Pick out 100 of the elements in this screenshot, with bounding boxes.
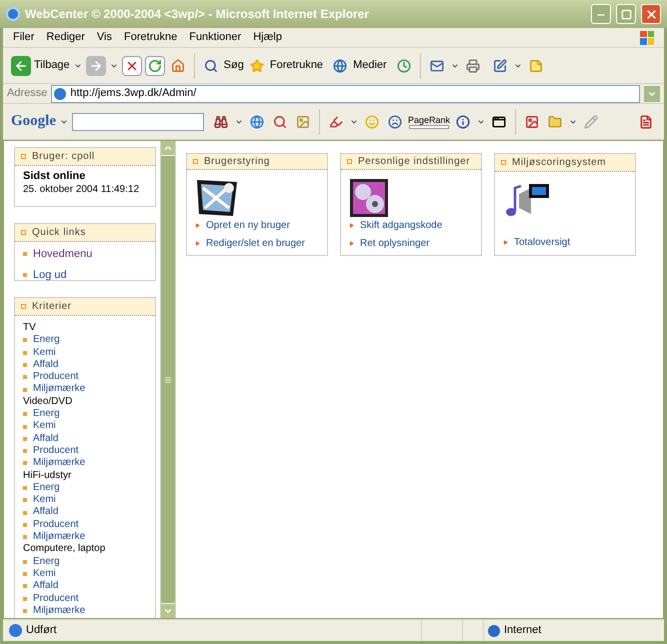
criteria-link[interactable]: Producent [33, 444, 79, 458]
chevron-down-icon [163, 606, 173, 616]
criteria-link[interactable]: Producent [33, 371, 79, 384]
panel-link[interactable]: Skift adgangskode [360, 218, 442, 233]
caret-icon[interactable] [110, 62, 118, 70]
close-button[interactable] [641, 4, 661, 24]
panel-link[interactable]: Opret en ny bruger [206, 218, 290, 233]
menu-item[interactable]: Rediger [40, 29, 91, 46]
panel-title: Miljøscoringsystem [512, 156, 606, 170]
bullet-icon [501, 160, 506, 165]
menu-item[interactable]: Funktioner [183, 29, 248, 46]
criteria-link[interactable]: Energ [33, 334, 60, 347]
media-button[interactable]: Medier [353, 57, 387, 74]
caret-icon[interactable] [514, 62, 522, 70]
google-logo[interactable]: Google [11, 110, 56, 133]
criteria-link[interactable]: Producent [33, 592, 79, 605]
back-button[interactable]: Tilbage [34, 57, 70, 74]
criteria-link[interactable]: Affald [33, 580, 58, 593]
arrow-icon [349, 241, 354, 246]
search-button[interactable]: Søg [224, 57, 244, 74]
caret-icon[interactable] [450, 62, 459, 70]
caret-icon[interactable] [74, 62, 82, 70]
favorites-button[interactable]: Foretrukne [270, 57, 324, 74]
bullet-icon [23, 252, 27, 256]
bullet-icon [23, 375, 27, 380]
bullet-icon [23, 486, 27, 490]
google-search-field[interactable] [72, 112, 204, 130]
criteria-link[interactable]: Miljømærke [33, 457, 86, 470]
panel-title: Quick links [32, 226, 86, 240]
caret-icon[interactable] [60, 118, 68, 126]
criteria-link[interactable]: Energ [33, 482, 60, 494]
caret-icon[interactable] [477, 118, 486, 126]
arrow-icon [349, 223, 354, 228]
criteria-link[interactable]: Kemi [33, 568, 56, 580]
panel-link[interactable]: Totaloversigt [514, 235, 570, 250]
criteria-link[interactable]: Producent [33, 518, 79, 532]
quick-link[interactable]: Hovedmenu [33, 246, 92, 262]
pagerank-meter [409, 124, 450, 128]
criteria-link[interactable]: Kemi [33, 494, 56, 506]
panel-link[interactable]: Ret oplysninger [360, 236, 430, 251]
arrow-icon [195, 241, 200, 246]
quick-link[interactable]: Log ud [33, 266, 67, 283]
criteria-link[interactable]: Miljømærke [33, 604, 86, 618]
bullet-icon [23, 584, 27, 588]
criteria-link[interactable]: Affald [33, 506, 58, 519]
category-label: HiFi-udstyr [23, 470, 72, 482]
bullet-icon [21, 230, 26, 235]
minimize-button[interactable] [591, 4, 611, 24]
panel-title: Brugerstyring [204, 155, 270, 169]
menu-item[interactable]: Vis [90, 29, 118, 46]
menu-item[interactable]: Foretrukne [118, 29, 184, 46]
menu-item[interactable]: Filer [7, 29, 40, 46]
grip-icon [164, 376, 172, 384]
bullet-icon [23, 338, 27, 342]
bullet-icon [23, 522, 27, 527]
gears-picture-icon [349, 178, 389, 218]
criteria-link[interactable]: Energ [33, 408, 60, 420]
criteria-link[interactable]: Kemi [33, 346, 56, 359]
envelope-picture-icon [195, 178, 239, 218]
arrow-icon [195, 223, 200, 228]
last-online-date: 25. oktober 2004 11:49:12 [23, 183, 140, 196]
criteria-link[interactable]: Affald [33, 358, 58, 372]
caret-icon[interactable] [235, 118, 243, 126]
arrow-icon [503, 240, 508, 245]
address-label: Adresse [7, 86, 48, 102]
chevron-up-icon [163, 143, 173, 153]
bullet-icon [23, 461, 27, 466]
address-field[interactable]: http://jems.3wp.dk/Admin/ [51, 84, 640, 102]
bullet-icon [23, 412, 27, 416]
bullet-icon [23, 272, 27, 277]
panel-title: Bruger: cpoll [32, 150, 95, 164]
caret-icon[interactable] [569, 118, 578, 126]
bullet-icon [23, 350, 27, 355]
criteria-link[interactable]: Miljømærke [33, 383, 86, 396]
criteria-link[interactable]: Miljømærke [33, 531, 86, 544]
panel-link[interactable]: Rediger/slet en bruger [206, 236, 305, 251]
stop-icon[interactable] [122, 56, 142, 76]
bullet-icon [347, 159, 352, 164]
zone-text: Internet [504, 623, 542, 638]
bullet-icon [23, 510, 27, 515]
close-icon [644, 8, 658, 20]
maximize-icon [620, 8, 632, 20]
caret-icon[interactable] [350, 118, 358, 126]
criteria-link[interactable]: Affald [33, 432, 58, 445]
scroll-thumb[interactable] [161, 156, 175, 603]
bullet-icon [23, 596, 27, 601]
bullet-icon [21, 154, 26, 159]
criteria-link[interactable]: Energ [33, 556, 60, 568]
menu-item[interactable]: Hjælp [247, 29, 288, 46]
refresh-icon[interactable] [144, 56, 165, 76]
maximize-button[interactable] [616, 4, 636, 24]
bullet-icon [21, 304, 26, 309]
bullet-icon [23, 363, 27, 368]
scrollbar[interactable] [160, 141, 176, 618]
last-online-heading: Sidst online [23, 170, 86, 183]
criteria-link[interactable]: Kemi [33, 420, 56, 433]
category-label: Computere, laptop [23, 543, 106, 556]
status-text: Udført [26, 623, 58, 638]
category-label: TV [23, 322, 37, 334]
bullet-icon [23, 572, 27, 576]
